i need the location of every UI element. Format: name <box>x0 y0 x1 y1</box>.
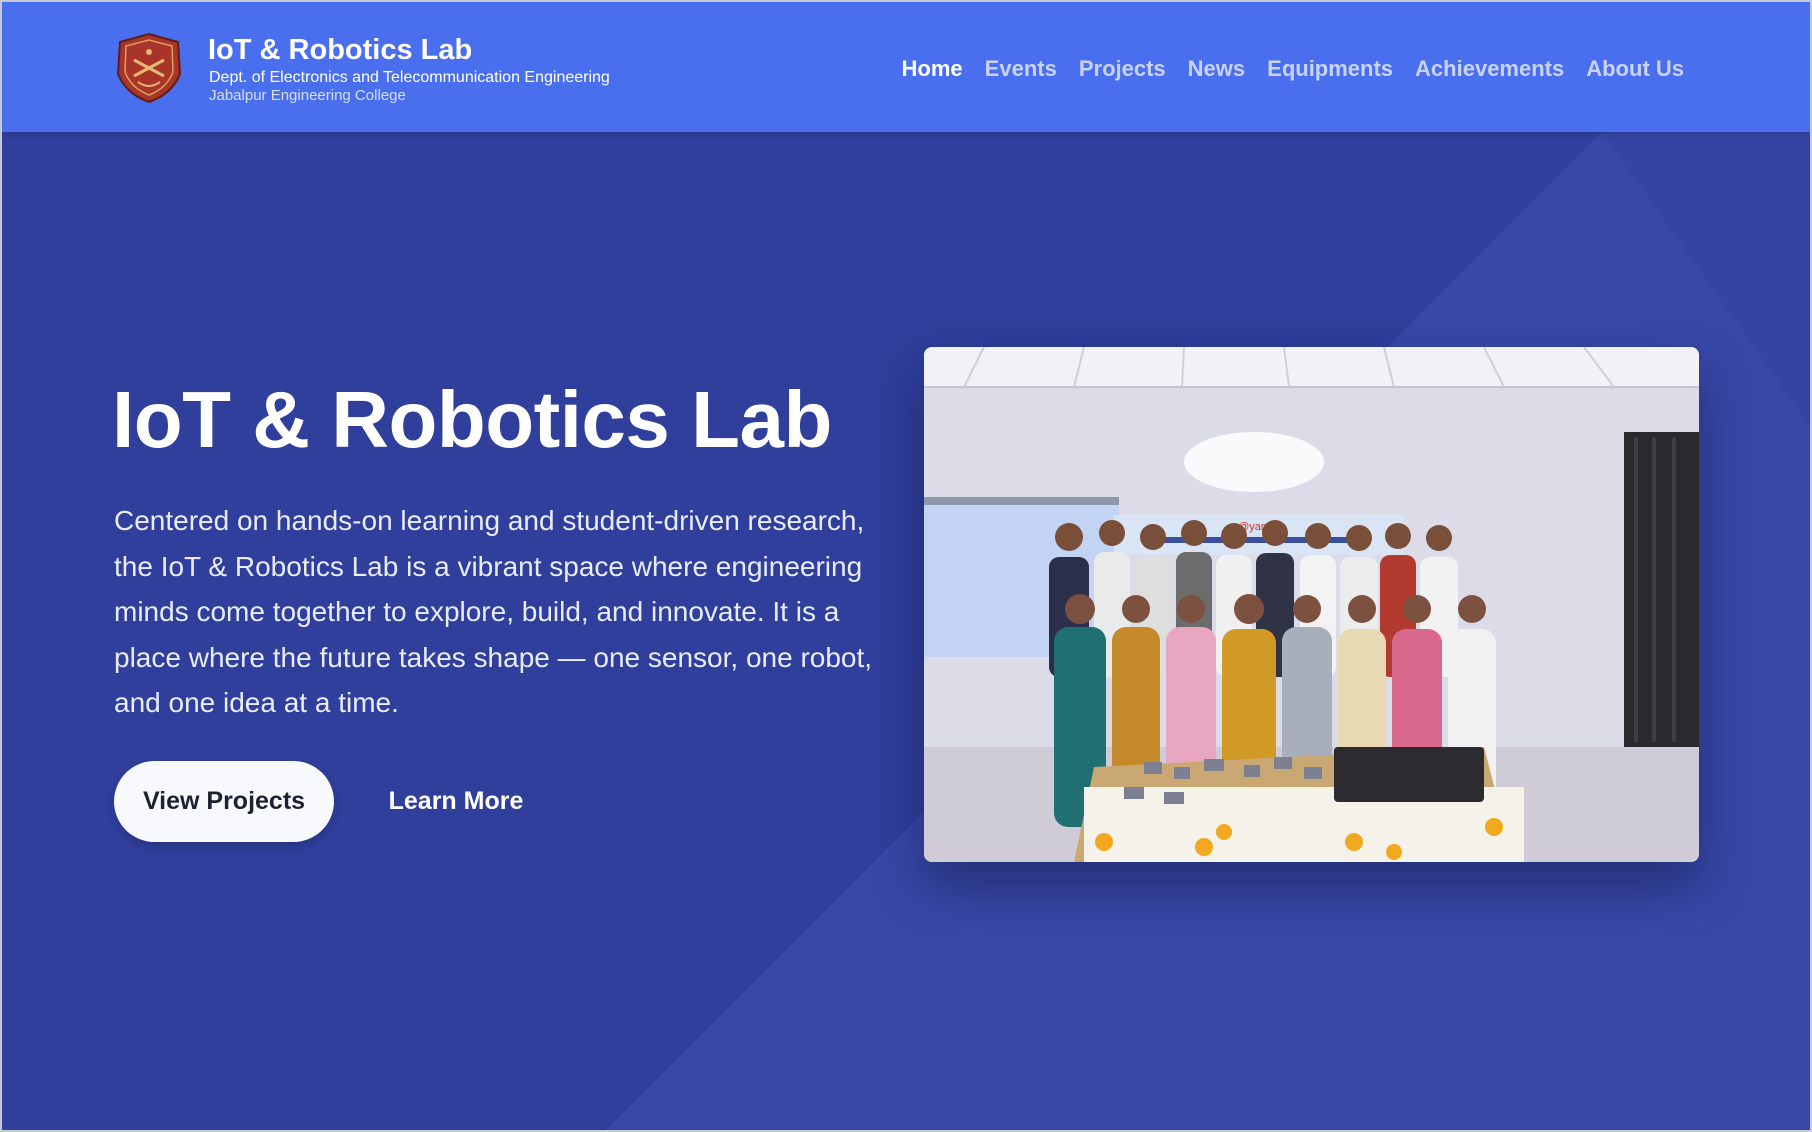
site-header: IoT & Robotics Lab Dept. of Electronics … <box>2 2 1810 132</box>
hero-section: IoT & Robotics Lab Centered on hands-on … <box>2 132 1810 1130</box>
main-nav: Home Events Projects News Equipments Ach… <box>902 54 1684 84</box>
nav-item-news[interactable]: News <box>1188 54 1245 84</box>
department-name: Dept. of Electronics and Telecommunicati… <box>209 69 610 86</box>
site-title[interactable]: IoT & Robotics Lab <box>208 32 472 68</box>
page-frame: IoT & Robotics Lab Dept. of Electronics … <box>0 0 1812 1132</box>
nav-item-equipments[interactable]: Equipments <box>1267 54 1393 84</box>
hero-title: IoT & Robotics Lab <box>112 375 832 464</box>
nav-item-achievements[interactable]: Achievements <box>1415 54 1564 84</box>
view-projects-button[interactable]: View Projects <box>114 761 334 842</box>
institution-name: Jabalpur Engineering College <box>209 87 406 104</box>
college-crest-icon[interactable] <box>112 32 186 104</box>
hero-description: Centered on hands-on learning and studen… <box>114 505 873 718</box>
lab-group-photo: @yantra <box>924 347 1699 862</box>
nav-item-events[interactable]: Events <box>985 54 1057 84</box>
nav-item-projects[interactable]: Projects <box>1079 54 1166 84</box>
learn-more-button[interactable]: Learn More <box>372 761 540 842</box>
nav-item-about-us[interactable]: About Us <box>1586 54 1684 84</box>
nav-item-home[interactable]: Home <box>902 54 963 84</box>
